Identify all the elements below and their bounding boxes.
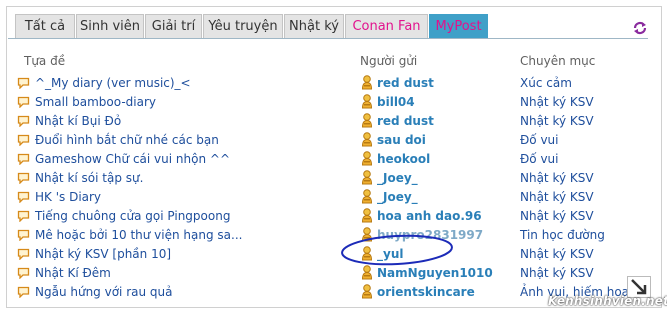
tab-bar: Tất cả Sinh viên Giải trí Yêu truyện Nhậ… [8,7,648,39]
sender-link[interactable]: NamNguyen1010 [377,264,493,283]
category-link[interactable]: Nhật ký KSV [520,207,594,226]
table-row: Tiếng chuông cửa gọi Pingpoong hoa anh da… [17,207,657,226]
speech-bubble-icon [17,248,30,260]
tab-students[interactable]: Sinh viên [76,14,144,38]
user-figure-icon [361,94,373,109]
tab-diary[interactable]: Nhật ký [284,14,344,38]
user-figure-icon [361,170,373,185]
user-figure-icon [361,75,373,90]
tab-love-stories[interactable]: Yêu truyện [203,14,283,38]
speech-bubble-icon [17,134,30,146]
speech-bubble-icon [17,96,30,108]
category-link[interactable]: Nhật ký KSV [520,264,594,283]
refresh-icon[interactable] [632,20,648,36]
sender-link[interactable]: _Joey_ [377,188,418,207]
topic-title-link[interactable]: Nhật kí Bụi Đỏ [35,112,121,131]
category-link[interactable]: Nhật ký KSV [520,112,594,131]
category-link[interactable]: Xúc cảm [520,74,572,93]
table-row: Đuổi hình bắt chữ nhé các bạn sau doi Đố v… [17,131,657,150]
topic-title-link[interactable]: Tiếng chuông cửa gọi Pingpoong [35,207,230,226]
table-row: Nhật kí sói tập sự. _Joey_ Nhật ký KSV [17,169,657,188]
sender-link[interactable]: red dust [377,112,434,131]
tab-all[interactable]: Tất cả [15,14,75,38]
table-row: Nhật Kí Đêm NamNguyen1010 Nhật ký KSV [17,264,657,283]
topic-title-link[interactable]: HK 's Diary [35,188,101,207]
table-row: Nhật kí Bụi Đỏ red dust Nhật ký KSV [17,112,657,131]
user-figure-icon [361,227,373,242]
user-figure-icon [361,132,373,147]
topic-title-link[interactable]: Small bamboo-diary [35,93,156,112]
speech-bubble-icon [17,191,30,203]
category-link[interactable]: Đố vui [520,150,559,169]
table-row: ^_My diary (ver music)_< red dust Xúc cảm [17,74,657,93]
speech-bubble-icon [17,77,30,89]
tab-conan-fan[interactable]: Conan Fan [345,14,428,38]
speech-bubble-icon [17,115,30,127]
topic-title-link[interactable]: Nhật Kí Đêm [35,264,111,283]
user-figure-icon [361,265,373,280]
header-sender: Người gửi [360,54,418,68]
sender-link[interactable]: orientskincare [377,283,475,302]
topic-title-link[interactable]: Mê hoặc bởi 10 thư viện hạng sa... [35,226,242,245]
speech-bubble-icon [17,267,30,279]
category-link[interactable]: Tin học đường [520,226,605,245]
topic-title-link[interactable]: ^_My diary (ver music)_< [35,74,191,93]
sender-link[interactable]: sau doi [377,131,426,150]
user-figure-icon [361,284,373,299]
topic-title-link[interactable]: Đuổi hình bắt chữ nhé các bạn [35,131,219,150]
speech-bubble-icon [17,229,30,241]
watermark: Kenhsinhvien.net [548,294,667,308]
table-row: Gameshow Chữ cái vui nhộn ^^ heokool Đố vu… [17,150,657,169]
tab-entertainment[interactable]: Giải trí [145,14,202,38]
user-figure-icon [361,208,373,223]
user-figure-icon [361,113,373,128]
speech-bubble-icon [17,286,30,298]
topic-title-link[interactable]: Nhật ký KSV [phần 10] [35,245,171,264]
topic-title-link[interactable]: Nhật kí sói tập sự. [35,169,143,188]
speech-bubble-icon [17,153,30,165]
user-figure-icon [361,246,373,261]
category-link[interactable]: Nhật ký KSV [520,188,594,207]
table-row: HK 's Diary _Joey_ Nhật ký KSV [17,188,657,207]
category-link[interactable]: Nhật ký KSV [520,245,594,264]
sender-link[interactable]: bill04 [377,93,415,112]
sender-link[interactable]: _yul [377,245,403,264]
sender-link[interactable]: heokool [377,150,430,169]
header-category: Chuyên mục [520,54,596,68]
user-figure-icon [361,151,373,166]
table-row: Nhật ký KSV [phần 10] _yul Nhật ký KSV [17,245,657,264]
user-figure-icon [361,189,373,204]
table-row: Small bamboo-diary bill04 Nhật ký KSV [17,93,657,112]
sender-link[interactable]: hoa anh dao.96 [377,207,482,226]
table-row: Mê hoặc bởi 10 thư viện hạng sa... huypro… [17,226,657,245]
category-link[interactable]: Nhật ký KSV [520,93,594,112]
header-title: Tựa đề [24,54,66,68]
sender-link[interactable]: red dust [377,74,434,93]
sender-link[interactable]: huypro2831997 [377,226,483,245]
sender-link[interactable]: _Joey_ [377,169,418,188]
category-link[interactable]: Nhật ký KSV [520,169,594,188]
topic-title-link[interactable]: Ngẫu hứng với rau quả [35,283,173,302]
speech-bubble-icon [17,172,30,184]
speech-bubble-icon [17,210,30,222]
category-link[interactable]: Đố vui [520,131,559,150]
topic-title-link[interactable]: Gameshow Chữ cái vui nhộn ^^ [35,150,230,169]
tab-mypost[interactable]: MyPost [429,14,488,38]
